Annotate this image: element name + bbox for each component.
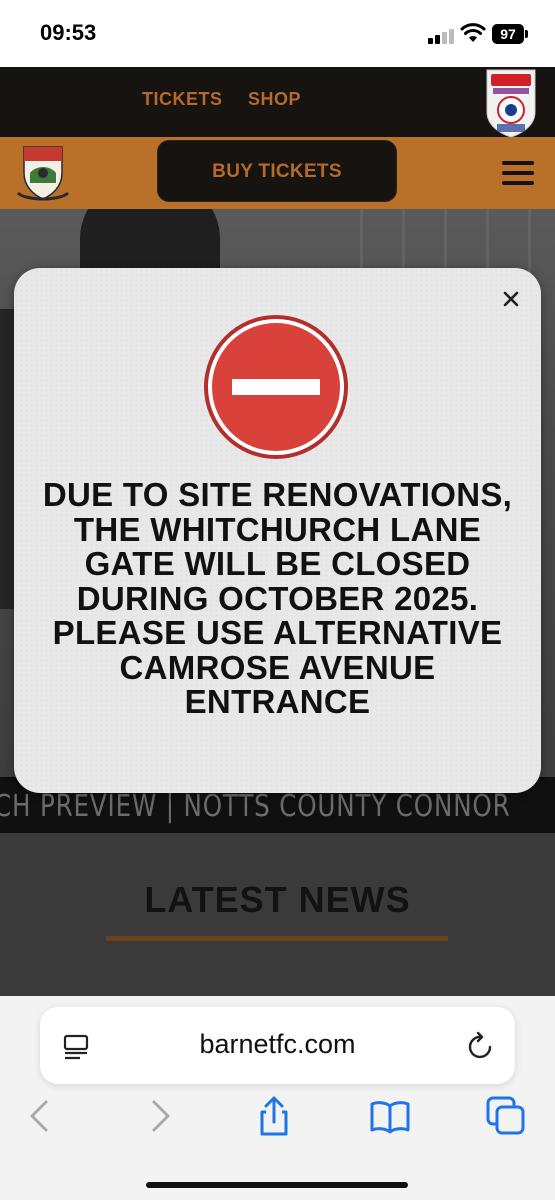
url-text: barnetfc.com [199,1029,356,1059]
club-crest-logo[interactable] [16,143,70,203]
close-icon[interactable] [498,286,524,312]
latest-news-section: LATEST NEWS [0,833,555,996]
latest-news-title: LATEST NEWS [144,879,411,920]
back-icon[interactable] [18,1094,62,1138]
nav-link-tickets[interactable]: TICKETS [142,89,223,110]
status-time: 09:53 [40,20,97,45]
browser-toolbar: barnetfc.com [0,996,555,1200]
share-icon[interactable] [252,1094,296,1138]
top-nav: TICKETS SHOP [0,67,555,137]
forward-icon[interactable] [138,1094,182,1138]
nav-link-shop[interactable]: SHOP [248,89,301,110]
tabs-icon[interactable] [484,1094,528,1138]
wifi-icon [460,23,486,42]
header-bar: BUY TICKETS [0,137,555,209]
league-badge-logo[interactable] [483,68,539,138]
notice-modal: DUE TO SITE RENOVATIONS, THE WHITCHURCH … [14,268,541,793]
hamburger-menu-icon[interactable] [502,161,534,185]
reload-icon[interactable] [466,1030,496,1062]
bookmarks-icon[interactable] [368,1094,412,1138]
no-entry-icon [204,315,348,459]
battery-indicator: 97 [492,24,528,44]
section-divider [106,936,448,941]
cellular-signal-icon [428,28,456,44]
notice-message: DUE TO SITE RENOVATIONS, THE WHITCHURCH … [42,476,513,720]
status-bar: 09:53 97 [0,0,555,67]
ticker-text: CH PREVIEW | NOTTS COUNTY CONNOR [0,789,511,824]
address-bar[interactable]: barnetfc.com [40,1007,515,1084]
home-indicator [146,1182,408,1188]
buy-tickets-button[interactable]: BUY TICKETS [157,140,397,202]
